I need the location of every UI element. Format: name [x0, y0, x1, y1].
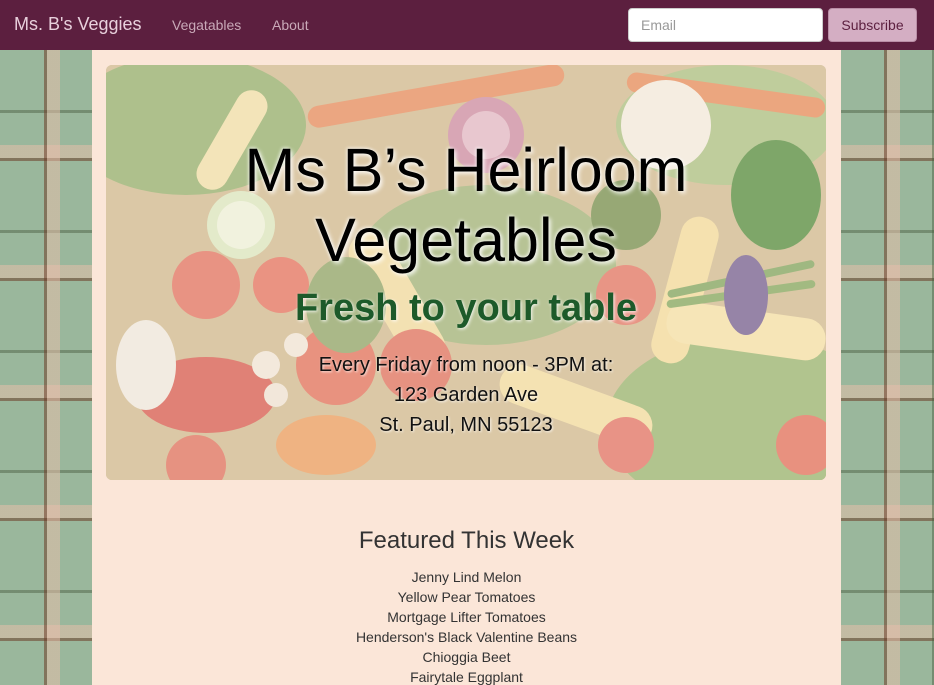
featured-list: Jenny Lind Melon Yellow Pear Tomatoes Mo… — [92, 567, 841, 685]
top-navbar: Ms. B's Veggies Vegatables About Subscri… — [0, 0, 934, 50]
hero-address-line2: St. Paul, MN 55123 — [379, 414, 553, 436]
main-container: Ms B’s Heirloom Vegetables Fresh to your… — [92, 50, 841, 685]
hero-schedule: Every Friday from noon - 3PM at: — [318, 354, 614, 376]
hero-title-line1: Ms B’s Heirloom — [244, 136, 688, 204]
list-item: Jenny Lind Melon — [411, 569, 522, 585]
featured-title: Featured This Week — [358, 527, 575, 554]
list-item: Yellow Pear Tomatoes — [397, 589, 536, 605]
list-item: Mortgage Lifter Tomatoes — [387, 609, 546, 625]
subscribe-button[interactable]: Subscribe — [828, 8, 917, 42]
list-item: Fairytale Eggplant — [410, 669, 523, 685]
brand-link[interactable]: Ms. B's Veggies — [14, 14, 142, 35]
hero-banner: Ms B’s Heirloom Vegetables Fresh to your… — [106, 65, 826, 480]
list-item: Henderson's Black Valentine Beans — [355, 629, 578, 645]
list-item: Chioggia Beet — [422, 649, 511, 665]
hero-title: Ms B’s Heirloom Vegetables — [106, 135, 826, 275]
nav-link-about[interactable]: About — [272, 17, 309, 33]
email-input[interactable] — [628, 8, 823, 42]
hero-subtitle: Fresh to your table — [294, 287, 638, 329]
nav-link-vegetables[interactable]: Vegatables — [172, 17, 241, 33]
hero-title-line2: Vegetables — [315, 206, 617, 274]
hero-address-line1: 123 Garden Ave — [393, 384, 539, 406]
